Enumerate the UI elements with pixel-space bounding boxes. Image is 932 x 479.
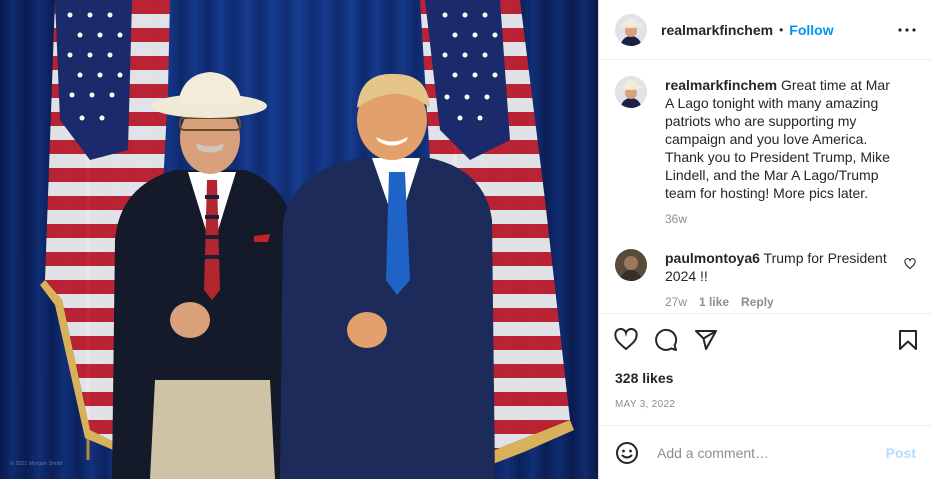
caption-author-avatar[interactable]: [615, 76, 647, 108]
author-username[interactable]: realmarkfinchem: [661, 22, 773, 38]
action-bar: [599, 314, 932, 366]
comment-icon[interactable]: [654, 328, 678, 352]
comments-section: realmarkfinchem Great time at Mar A Lago…: [599, 60, 932, 314]
small-heart-icon[interactable]: [904, 249, 916, 311]
photo-watermark: © 2021 Morgan Smith: [10, 461, 63, 467]
more-options-icon[interactable]: [898, 27, 916, 32]
caption-item: realmarkfinchem Great time at Mar A Lago…: [615, 76, 916, 228]
follow-button[interactable]: Follow: [789, 22, 833, 38]
comment-meta: 27w 1 like Reply: [665, 293, 895, 311]
comment-age[interactable]: 27w: [665, 293, 687, 311]
add-comment-bar: Post: [599, 425, 932, 479]
caption-text: Great time at Mar A Lago tonight with ma…: [665, 77, 890, 201]
reply-button[interactable]: Reply: [741, 293, 774, 311]
comment-item: paulmontoya6 Trump for President 2024 !!…: [615, 249, 916, 311]
post-date[interactable]: MAY 3, 2022: [599, 399, 932, 410]
separator-dot: •: [779, 22, 784, 37]
share-icon[interactable]: [694, 328, 718, 352]
instagram-post-view: © 2021 Morgan Smith realmarkfinchem • Fo…: [0, 0, 932, 479]
comment-input[interactable]: [655, 443, 886, 462]
caption-age[interactable]: 36w: [665, 210, 687, 228]
post-photo[interactable]: © 2021 Morgan Smith: [0, 0, 598, 479]
bookmark-icon[interactable]: [896, 328, 920, 352]
comment-username[interactable]: paulmontoya6: [665, 250, 760, 266]
heart-icon[interactable]: [614, 328, 638, 352]
photo-illustration: [0, 0, 598, 479]
likes-count[interactable]: 328 likes: [599, 370, 932, 386]
commenter-avatar[interactable]: [615, 249, 647, 281]
author-avatar[interactable]: [615, 13, 647, 46]
caption-body: realmarkfinchem Great time at Mar A Lago…: [665, 76, 895, 228]
post-comment-button[interactable]: Post: [886, 445, 916, 461]
comment-likes-count[interactable]: 1 like: [699, 293, 729, 311]
comment-body: paulmontoya6 Trump for President 2024 !!…: [665, 249, 895, 311]
caption-meta: 36w: [665, 210, 895, 228]
post-sidebar: realmarkfinchem • Follow realmarkfinchem…: [598, 0, 932, 479]
emoji-icon[interactable]: [615, 441, 639, 465]
caption-username[interactable]: realmarkfinchem: [665, 77, 777, 93]
post-header: realmarkfinchem • Follow: [599, 0, 932, 60]
